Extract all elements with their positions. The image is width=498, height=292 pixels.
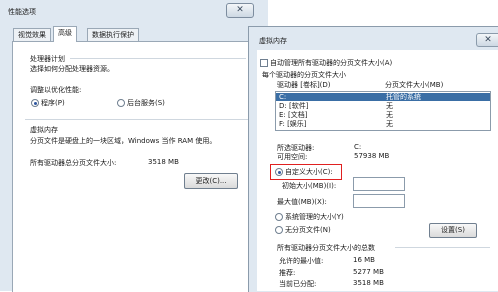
adjust-performance-label: 调整以优化性能: xyxy=(30,86,82,94)
recommended-value: 5277 MB xyxy=(353,268,384,276)
processor-description: 选择如何分配处理器资源。 xyxy=(30,65,114,73)
drive-name: D: [软件] xyxy=(279,102,309,110)
drive-name: C: xyxy=(279,93,287,101)
initial-size-input[interactable] xyxy=(353,177,405,191)
system-managed-label: 系统管理的大小(Y) xyxy=(285,213,344,221)
drive-list[interactable]: C: 托管的系统 D: [软件] 无 E: [文档] 无 F: [娱乐] 无 xyxy=(275,91,491,131)
tab-advanced[interactable]: 高级 xyxy=(53,26,77,42)
drive-size: 无 xyxy=(386,120,393,128)
min-allowed-label: 允许的最小值: xyxy=(279,257,324,265)
size-column-header: 分页文件大小(MB) xyxy=(385,81,444,89)
programs-label: 程序(P) xyxy=(41,99,65,107)
background-services-label: 后台服务(S) xyxy=(127,99,165,107)
auto-manage-checkbox[interactable] xyxy=(260,59,268,67)
custom-size-radio[interactable] xyxy=(275,168,283,176)
processor-scheduling-heading: 处理器计划 xyxy=(30,55,65,63)
total-paging-value: 3518 MB xyxy=(148,158,179,166)
drive-size: 托管的系统 xyxy=(386,93,421,101)
system-managed-radio[interactable] xyxy=(275,213,283,221)
selected-drive-value: C: xyxy=(354,143,362,151)
tab-visual-effects[interactable]: 视觉效果 xyxy=(13,28,51,42)
tab-data-execution-prevention[interactable]: 数据执行保护 xyxy=(87,28,139,42)
current-allocated-value: 3518 MB xyxy=(353,279,384,287)
max-size-label: 最大值(MB)(X): xyxy=(277,198,327,206)
window-title: 虚拟内存 xyxy=(259,37,287,45)
group-divider xyxy=(25,119,248,120)
drive-name: E: [文档] xyxy=(279,111,308,119)
change-button[interactable]: 更改(C)... xyxy=(184,173,238,189)
list-item[interactable]: F: [娱乐] 无 xyxy=(276,120,490,128)
free-space-label: 可用空间: xyxy=(277,153,308,161)
drive-column-header: 驱动器 [卷标](D) xyxy=(277,81,331,89)
per-drive-heading: 每个驱动器的分页文件大小 xyxy=(262,71,346,79)
recommended-label: 推荐: xyxy=(279,269,296,277)
drive-size: 无 xyxy=(386,111,393,119)
totals-heading: 所有驱动器分页文件大小的总数 xyxy=(277,244,375,252)
list-item[interactable]: D: [软件] 无 xyxy=(276,102,490,110)
min-allowed-value: 16 MB xyxy=(353,256,375,264)
group-divider xyxy=(70,58,246,59)
virtual-memory-description: 分页文件是硬盘上的一块区域，Windows 当作 RAM 使用。 xyxy=(30,137,217,145)
custom-size-label: 自定义大小(C): xyxy=(285,168,333,176)
programs-radio[interactable] xyxy=(31,99,39,107)
background-services-radio[interactable] xyxy=(117,99,125,107)
free-space-value: 57938 MB xyxy=(354,152,390,160)
window-title: 性能选项 xyxy=(8,8,36,16)
list-item[interactable]: E: [文档] 无 xyxy=(276,111,490,119)
close-button[interactable]: ✕ xyxy=(226,3,254,18)
close-button[interactable]: ✕ xyxy=(476,33,498,47)
no-paging-file-radio[interactable] xyxy=(275,226,283,234)
list-item[interactable]: C: 托管的系统 xyxy=(276,93,490,101)
group-divider xyxy=(395,247,490,248)
drive-name: F: [娱乐] xyxy=(279,120,307,128)
virtual-memory-heading: 虚拟内存 xyxy=(30,126,58,134)
total-paging-label: 所有驱动器总分页文件大小: xyxy=(30,159,117,167)
max-size-input[interactable] xyxy=(353,194,405,208)
set-button[interactable]: 设置(S) xyxy=(429,223,477,238)
auto-manage-label: 自动管理所有驱动器的分页文件大小(A) xyxy=(270,59,393,67)
drive-size: 无 xyxy=(386,102,393,110)
current-allocated-label: 当前已分配: xyxy=(279,280,317,288)
initial-size-label: 初始大小(MB)(I): xyxy=(282,182,337,190)
no-paging-file-label: 无分页文件(N) xyxy=(285,226,331,234)
